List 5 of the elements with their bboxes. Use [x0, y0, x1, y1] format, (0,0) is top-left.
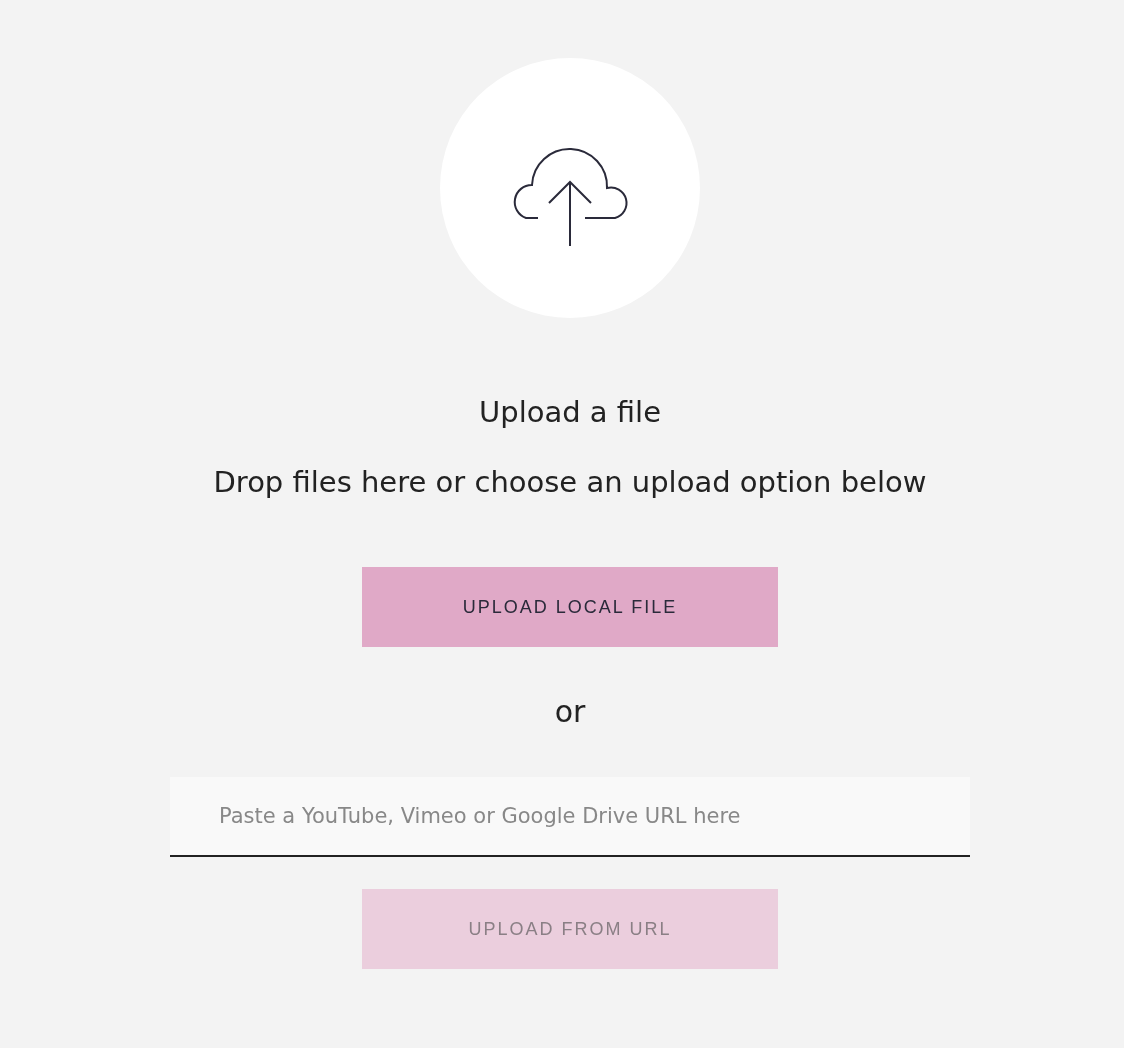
upload-title: Upload a file — [479, 394, 661, 431]
upload-instructions: Drop files here or choose an upload option below — [213, 464, 927, 501]
upload-local-file-button[interactable]: UPLOAD LOCAL FILE — [362, 567, 778, 647]
or-separator: or — [554, 693, 586, 731]
url-input-field[interactable]: Paste a YouTube, Vimeo or Google Drive URL here — [170, 777, 970, 857]
